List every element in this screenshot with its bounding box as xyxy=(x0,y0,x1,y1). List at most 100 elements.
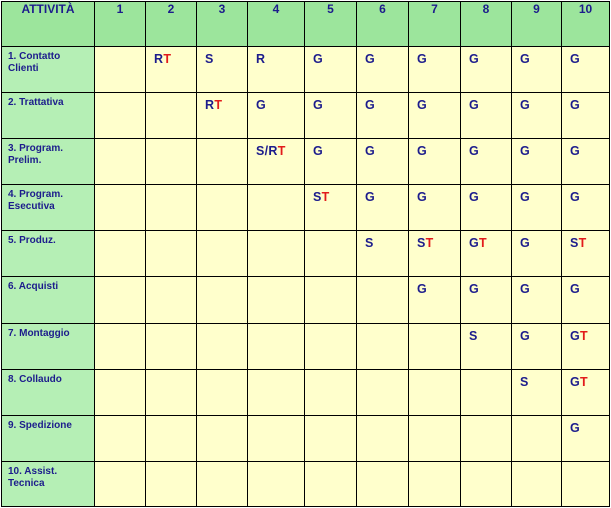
schedule-cell: G xyxy=(304,92,357,140)
schedule-cell xyxy=(247,184,305,232)
schedule-cell xyxy=(94,45,146,94)
schedule-cell: G xyxy=(511,230,562,278)
schedule-cell: GT xyxy=(561,322,610,370)
code-letter-t: T xyxy=(277,144,286,159)
schedule-cell xyxy=(304,368,357,416)
schedule-cell xyxy=(460,368,512,416)
schedule-cell xyxy=(408,460,461,508)
schedule-cell: S/RT xyxy=(247,138,305,186)
schedule-cell xyxy=(247,322,305,370)
schedule-cell xyxy=(94,276,146,324)
schedule-cell xyxy=(356,368,409,416)
schedule-cell xyxy=(145,322,197,370)
schedule-cell: G xyxy=(511,45,562,94)
schedule-cell: S xyxy=(511,368,562,416)
schedule-cell xyxy=(145,230,197,278)
code-letter-t: T xyxy=(214,98,223,113)
code-letter-t: T xyxy=(479,236,487,251)
schedule-cell xyxy=(511,414,562,462)
activity-label: 10. Assist. Tecnica xyxy=(1,460,95,508)
code-letter: S xyxy=(570,236,579,251)
schedule-cell: G xyxy=(561,45,610,94)
code-letter: G xyxy=(570,328,581,343)
schedule-cell: RT xyxy=(196,92,248,140)
schedule-cell xyxy=(561,460,610,508)
schedule-cell xyxy=(247,414,305,462)
schedule-cell xyxy=(145,368,197,416)
schedule-cell xyxy=(460,414,512,462)
schedule-cell xyxy=(145,184,197,232)
schedule-cell xyxy=(94,138,146,186)
header-column-4: 4 xyxy=(247,1,305,47)
schedule-cell: G xyxy=(511,138,562,186)
code-letter-t: T xyxy=(578,236,587,251)
header-activity: ATTIVITÀ xyxy=(1,1,95,47)
activity-label: 3. Program. Prelim. xyxy=(1,138,95,186)
table-row: 4. Program. Esecutiva ST G G G G G xyxy=(1,184,610,232)
schedule-cell xyxy=(94,184,146,232)
activity-label: 5. Produz. xyxy=(1,230,95,278)
table-row: 5. Produz. S ST GT G ST xyxy=(1,230,610,278)
schedule-cell xyxy=(196,460,248,508)
table-row: 1. Contatto Clienti RT S R G G G G G G xyxy=(1,45,610,94)
schedule-cell: G xyxy=(408,92,461,140)
schedule-cell xyxy=(304,276,357,324)
schedule-cell xyxy=(304,322,357,370)
schedule-cell xyxy=(304,414,357,462)
code-letter-t: T xyxy=(321,190,330,205)
header-column-7: 7 xyxy=(408,1,461,47)
table-row: 8. Collaudo S GT xyxy=(1,368,610,416)
schedule-cell: G xyxy=(460,184,512,232)
schedule-cell: S xyxy=(460,322,512,370)
code-letter: S xyxy=(313,190,322,205)
schedule-cell xyxy=(356,276,409,324)
schedule-cell xyxy=(408,322,461,370)
table-row: 3. Program. Prelim. S/RT G G G G G G xyxy=(1,138,610,186)
header-column-10: 10 xyxy=(561,1,610,47)
activity-label: 4. Program. Esecutiva xyxy=(1,184,95,232)
schedule-cell: G xyxy=(304,138,357,186)
schedule-cell xyxy=(304,460,357,508)
schedule-cell xyxy=(145,92,197,140)
activity-label: 2. Trattativa xyxy=(1,92,95,140)
table-row: 2. Trattativa RT G G G G G G G xyxy=(1,92,610,140)
schedule-cell xyxy=(196,368,248,416)
header-column-9: 9 xyxy=(511,1,562,47)
schedule-cell xyxy=(356,414,409,462)
activity-label: 6. Acquisti xyxy=(1,276,95,324)
code-letter: G xyxy=(570,374,581,389)
schedule-cell: GT xyxy=(460,230,512,278)
schedule-cell: G xyxy=(460,276,512,324)
header-column-5: 5 xyxy=(304,1,357,47)
schedule-cell: G xyxy=(356,92,409,140)
schedule-cell: G xyxy=(561,184,610,232)
schedule-cell xyxy=(94,230,146,278)
schedule-cell xyxy=(511,460,562,508)
schedule-cell: G xyxy=(511,322,562,370)
schedule-cell: G xyxy=(356,138,409,186)
code-letter: R xyxy=(205,98,215,113)
table-row: 6. Acquisti G G G G xyxy=(1,276,610,324)
schedule-cell xyxy=(408,368,461,416)
code-letter: G xyxy=(469,236,480,251)
schedule-cell xyxy=(196,414,248,462)
schedule-cell: GT xyxy=(561,368,610,416)
activity-label: 8. Collaudo xyxy=(1,368,95,416)
schedule-cell: G xyxy=(561,92,610,140)
schedule-cell xyxy=(356,322,409,370)
header-row: ATTIVITÀ 1 2 3 4 5 6 7 8 9 10 xyxy=(1,1,610,47)
code-letter-t: T xyxy=(425,236,434,251)
code-letter: R xyxy=(154,52,164,66)
activity-schedule-table: ATTIVITÀ 1 2 3 4 5 6 7 8 9 10 1. Contatto Clienti… xyxy=(1,1,610,508)
schedule-cell: G xyxy=(460,45,512,94)
schedule-cell: G xyxy=(304,45,357,94)
schedule-cell xyxy=(196,184,248,232)
schedule-cell: G xyxy=(511,276,562,324)
table-row: 10. Assist. Tecnica xyxy=(1,460,610,508)
schedule-cell xyxy=(408,414,461,462)
code-letter-t: T xyxy=(580,328,588,343)
schedule-cell xyxy=(145,460,197,508)
schedule-cell xyxy=(247,460,305,508)
code-letter: S xyxy=(417,236,426,251)
header-column-2: 2 xyxy=(145,1,197,47)
